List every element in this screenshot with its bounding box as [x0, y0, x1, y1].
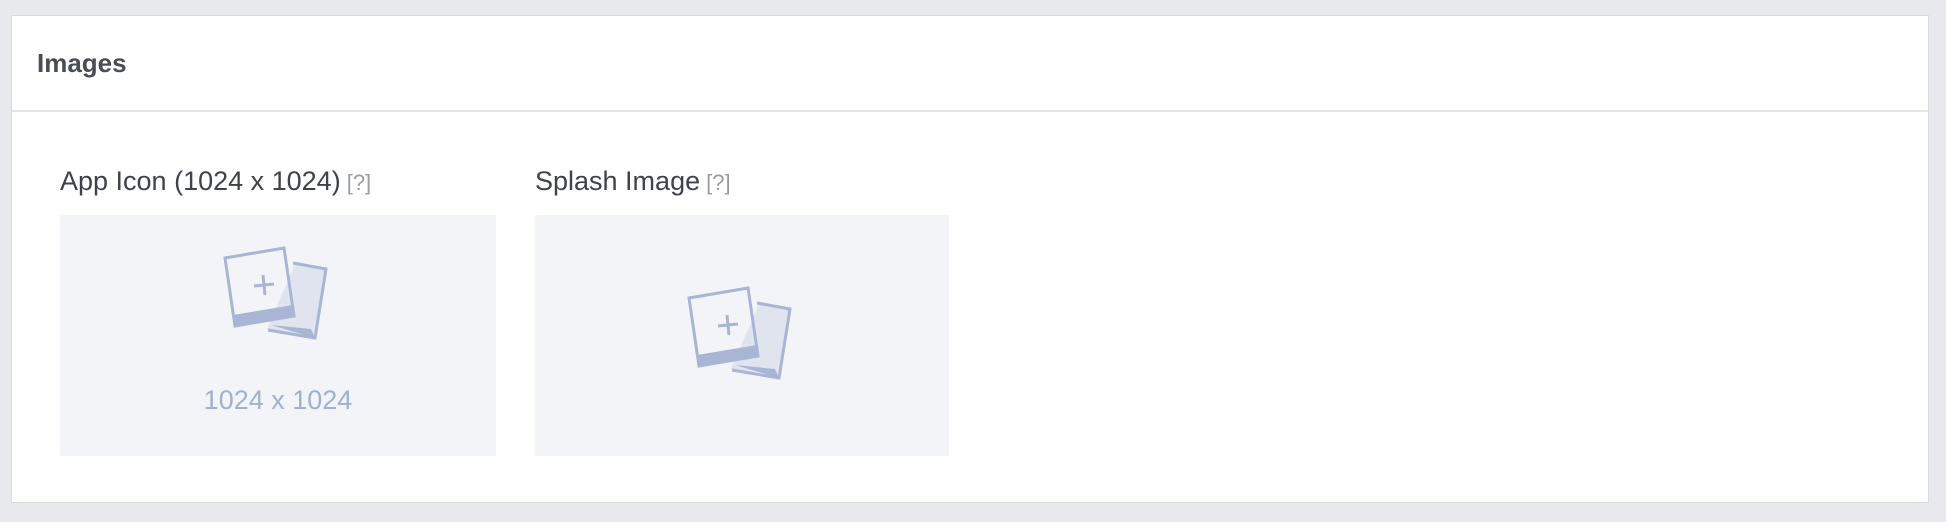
- app-icon-label: App Icon (1024 x 1024): [60, 166, 341, 196]
- app-icon-dimensions: 1024 x 1024: [203, 385, 353, 415]
- app-icon-label-row: App Icon (1024 x 1024) [?]: [60, 162, 371, 200]
- panel-title: Images: [12, 16, 1928, 112]
- add-image-icon: [687, 286, 792, 380]
- splash-image-help-link[interactable]: [?]: [706, 170, 730, 195]
- splash-image-field: Splash Image [?]: [535, 162, 949, 456]
- splash-image-label-row: Splash Image [?]: [535, 162, 731, 200]
- splash-image-label: Splash Image: [535, 166, 701, 196]
- app-icon-dropzone[interactable]: 1024 x 1024: [60, 215, 496, 456]
- splash-image-dropzone[interactable]: [535, 215, 949, 456]
- add-image-icon: [223, 246, 328, 340]
- app-icon-field: App Icon (1024 x 1024) [?] 1024 x 1024: [60, 162, 496, 456]
- app-icon-help-link[interactable]: [?]: [347, 170, 371, 195]
- images-panel: Images App Icon (1024 x 1024) [?] 1024 x …: [11, 15, 1929, 503]
